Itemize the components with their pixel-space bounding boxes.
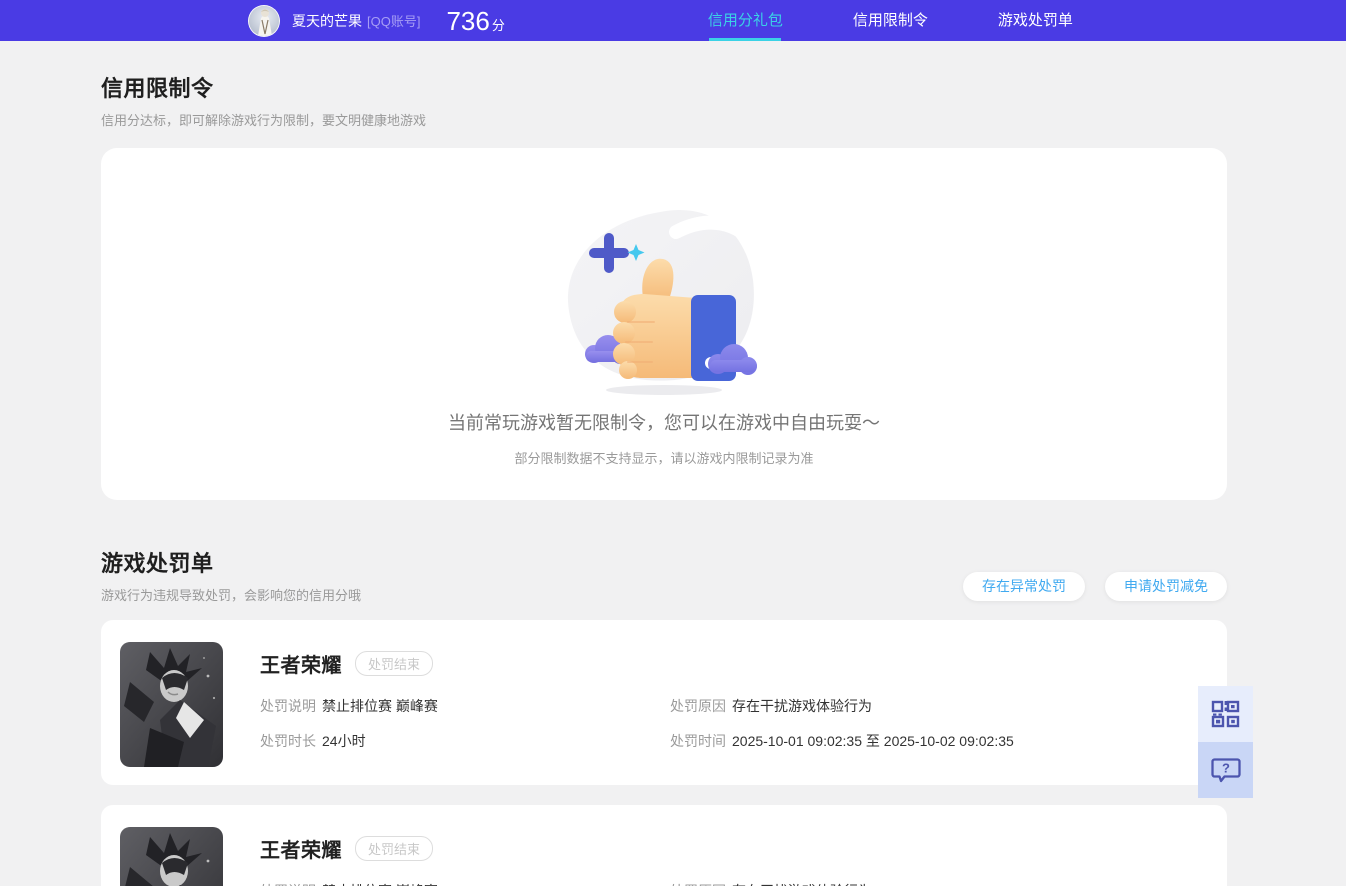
user-name: 夏天的芒果 [292, 12, 362, 29]
game-thumbnail [120, 642, 223, 767]
credit-score: 736 分 [446, 8, 504, 34]
svg-text:?: ? [1222, 761, 1230, 776]
punishment-card-body: 王者荣耀 处罚结束 处罚说明 禁止排位赛 巅峰赛 处罚原因 存在干扰游戏体验行为… [260, 642, 1207, 767]
tab-credit-gift[interactable]: 信用分礼包 [673, 0, 818, 41]
status-badge: 处罚结束 [355, 651, 434, 676]
punishment-card-body: 王者荣耀 处罚结束 处罚说明 禁止排位赛 巅峰赛 处罚原因 存在干扰游戏体验行为 [260, 827, 1207, 886]
help-button[interactable]: ? [1198, 742, 1253, 798]
question-help-icon: ? [1210, 758, 1241, 783]
punishment-section-title: 游戏处罚单 [101, 551, 214, 576]
top-nav-bar: 夏天的芒果 [QQ账号] 736 分 信用分礼包 信用限制令 游戏处罚单 [0, 0, 1346, 41]
punishment-section-subtitle: 游戏行为违规导致处罚，会影响您的信用分哦 [101, 588, 362, 603]
empty-state-message: 当前常玩游戏暂无限制令，您可以在游戏中自由玩耍～ [448, 413, 880, 433]
field-punish-description: 处罚说明 禁止排位赛 巅峰赛 [260, 698, 438, 714]
avatar [248, 4, 280, 37]
abnormal-punishment-button[interactable]: 存在异常处罚 [963, 572, 1085, 601]
floating-side-widget: ? [1198, 686, 1253, 798]
avatar-image [249, 5, 279, 36]
account-type-label: [QQ账号] [367, 14, 421, 29]
nav-tabs: 信用分礼包 信用限制令 游戏处罚单 [673, 0, 1108, 41]
qr-code-button[interactable] [1198, 686, 1253, 742]
user-info: 夏天的芒果 [QQ账号] 736 分 [248, 4, 505, 37]
tab-credit-restriction[interactable]: 信用限制令 [818, 0, 963, 41]
empty-state-note: 部分限制数据不支持显示，请以游戏内限制记录为准 [514, 451, 814, 466]
punishment-card: 王者荣耀 处罚结束 处罚说明 禁止排位赛 巅峰赛 处罚原因 存在干扰游戏体验行为 [101, 805, 1227, 886]
punishment-appeal-button[interactable]: 申请处罚减免 [1105, 572, 1227, 601]
game-name: 王者荣耀 [260, 840, 342, 862]
status-badge: 处罚结束 [355, 836, 434, 861]
ground-shadow [606, 385, 722, 395]
thumbs-up-illustration [558, 200, 770, 401]
restriction-section-subtitle: 信用分达标，即可解除游戏行为限制，要文明健康地游戏 [101, 113, 427, 128]
game-name: 王者荣耀 [260, 655, 342, 677]
restriction-empty-card: 当前常玩游戏暂无限制令，您可以在游戏中自由玩耍～ 部分限制数据不支持显示，请以游… [101, 148, 1227, 500]
tab-game-punishment[interactable]: 游戏处罚单 [963, 0, 1108, 41]
punishment-actions: 存在异常处罚 申请处罚减免 [963, 572, 1227, 604]
credit-score-value: 736 [446, 5, 490, 36]
game-thumbnail [120, 827, 223, 886]
field-punish-duration: 处罚时长 24小时 [260, 733, 366, 749]
field-punish-time: 处罚时间 2025-10-01 09:02:35 至 2025-10-02 09… [670, 733, 1014, 749]
credit-score-unit: 分 [491, 17, 505, 33]
punishment-section-header: 游戏处罚单 游戏行为违规导致处罚，会影响您的信用分哦 [101, 546, 361, 604]
restriction-section-title: 信用限制令 [101, 76, 214, 101]
punishment-card: 王者荣耀 处罚结束 处罚说明 禁止排位赛 巅峰赛 处罚原因 存在干扰游戏体验行为… [101, 620, 1227, 785]
qr-code-icon [1211, 700, 1239, 728]
field-punish-reason: 处罚原因 存在干扰游戏体验行为 [670, 881, 1207, 886]
field-punish-description: 处罚说明 禁止排位赛 巅峰赛 [260, 881, 670, 886]
field-punish-reason: 处罚原因 存在干扰游戏体验行为 [670, 698, 872, 714]
